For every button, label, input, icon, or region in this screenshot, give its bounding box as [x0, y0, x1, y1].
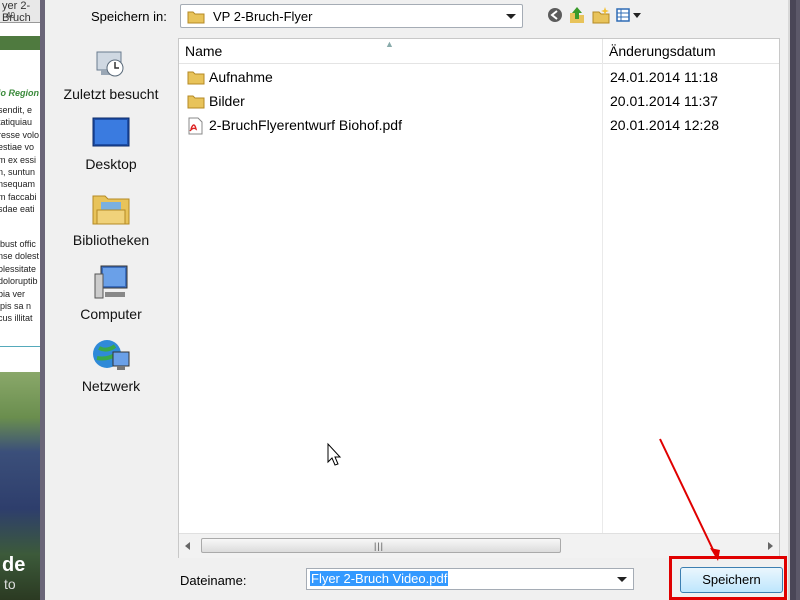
save-in-label: Speichern in: — [91, 9, 167, 24]
up-folder-icon[interactable] — [567, 5, 587, 25]
background-green-bar — [0, 36, 40, 50]
background-document: yer 2-Bruch 40 io Region sendit, e tatiqu… — [0, 0, 40, 600]
background-text-line: olessitate — [0, 263, 37, 274]
chevron-down-icon[interactable] — [506, 14, 516, 19]
background-text-block: sendit, e tatiquiau resse volo estiae vo m e… — [0, 104, 40, 216]
background-text-line: sendit, e — [0, 105, 33, 115]
file-date: 24.01.2014 11:18 — [610, 69, 718, 85]
file-row[interactable]: Bilder 20.01.2014 11:37 — [179, 89, 779, 113]
filename-value[interactable]: Flyer 2-Bruch Video.pdf — [310, 571, 449, 586]
ruler-number: 40 — [6, 11, 15, 20]
file-name: Bilder — [209, 93, 245, 109]
column-date-label: Änderungsdatum — [609, 43, 716, 59]
dialog-right-edge — [788, 0, 790, 600]
places-sidebar: Zuletzt besucht Desktop Bibliotheken Com… — [45, 38, 177, 600]
background-text-line: nsequam — [0, 179, 36, 190]
chevron-down-icon[interactable] — [617, 577, 627, 582]
back-arrow-icon[interactable] — [545, 5, 565, 25]
filename-label: Dateiname: — [180, 573, 247, 588]
background-ruler: yer 2-Bruch 40 — [0, 0, 40, 24]
file-date: 20.01.2014 12:28 — [610, 117, 719, 133]
save-dialog: Speichern in: VP 2-Bruch-Flyer Zuletzt b… — [45, 0, 790, 600]
background-strip — [790, 0, 796, 600]
folder-icon — [187, 95, 205, 109]
file-name: Aufnahme — [209, 69, 273, 85]
pdf-file-icon — [188, 117, 203, 135]
folder-icon — [187, 71, 205, 85]
column-name-label: Name — [185, 43, 223, 59]
background-text-line: m faccabi — [0, 191, 37, 202]
filename-input[interactable]: Flyer 2-Bruch Video.pdf — [306, 568, 634, 590]
scroll-left-icon[interactable] — [185, 542, 190, 550]
file-list-header: Name ▲ Änderungsdatum — [179, 39, 779, 64]
background-subheading: io Region — [0, 88, 39, 98]
file-name: 2-BruchFlyerentwurf Biohof.pdf — [209, 117, 402, 133]
background-text-line: ibust offic — [0, 239, 36, 249]
sort-ascending-icon: ▲ — [385, 39, 394, 49]
place-label: Computer — [80, 306, 142, 322]
column-header-name[interactable]: Name ▲ — [179, 39, 603, 63]
background-text-line: nse dolest — [0, 251, 40, 262]
file-list[interactable]: Name ▲ Änderungsdatum Aufnahme 24.01.201… — [178, 38, 780, 558]
place-libraries[interactable]: Bibliotheken — [45, 188, 177, 258]
background-text-block-2: ibust offic nse dolest olessitate dolorupti… — [0, 238, 40, 325]
place-label: Desktop — [85, 156, 137, 172]
place-desktop[interactable]: Desktop — [45, 116, 177, 186]
place-label: Zuletzt besucht — [63, 86, 159, 102]
place-label: Netzwerk — [81, 378, 141, 394]
scrollbar-thumb[interactable]: ||| — [201, 538, 561, 553]
background-text-line: estiae vo — [0, 142, 35, 153]
network-icon — [93, 340, 130, 370]
background-photo-subtext: to — [4, 576, 16, 592]
save-in-dropdown[interactable]: VP 2-Bruch-Flyer — [180, 4, 523, 28]
background-text-line: cus illitat — [0, 313, 33, 324]
place-computer[interactable]: Computer — [45, 262, 177, 332]
file-date: 20.01.2014 11:37 — [610, 93, 718, 109]
background-text-line: doloruptib — [0, 276, 38, 287]
background-rule — [0, 346, 40, 347]
scrollbar-grip: ||| — [374, 541, 385, 551]
view-menu-icon[interactable] — [615, 5, 643, 25]
background-text-line: bia ver — [0, 288, 26, 299]
recent-places-icon — [96, 51, 124, 77]
new-folder-icon[interactable] — [591, 5, 611, 25]
background-text-line: resse volo — [0, 129, 40, 140]
file-row[interactable]: Aufnahme 24.01.2014 11:18 — [179, 65, 779, 89]
place-recent[interactable]: Zuletzt besucht — [45, 42, 177, 112]
background-text-line: sdae eati — [0, 204, 35, 215]
background-photo-text: de — [2, 554, 26, 576]
background-text-line: n, suntun — [0, 167, 36, 178]
libraries-icon — [92, 195, 130, 225]
scroll-right-icon[interactable] — [768, 542, 773, 550]
background-text-line: m ex essi — [0, 154, 37, 165]
desktop-icon — [92, 117, 130, 147]
current-folder-name: VP 2-Bruch-Flyer — [213, 9, 313, 24]
computer-icon — [94, 265, 128, 299]
background-text-line: ipis sa n — [0, 301, 32, 312]
folder-icon — [187, 11, 205, 24]
horizontal-scrollbar[interactable]: ||| — [179, 533, 779, 558]
place-label: Bibliotheken — [72, 232, 150, 248]
background-text-line: tatiquiau — [0, 117, 33, 128]
place-network[interactable]: Netzwerk — [45, 334, 177, 404]
file-row[interactable]: 2-BruchFlyerentwurf Biohof.pdf 20.01.201… — [179, 113, 779, 137]
column-header-date[interactable]: Änderungsdatum — [603, 39, 779, 63]
dialog-top-row: Speichern in: VP 2-Bruch-Flyer — [45, 0, 790, 34]
save-button[interactable]: Speichern — [680, 567, 783, 593]
